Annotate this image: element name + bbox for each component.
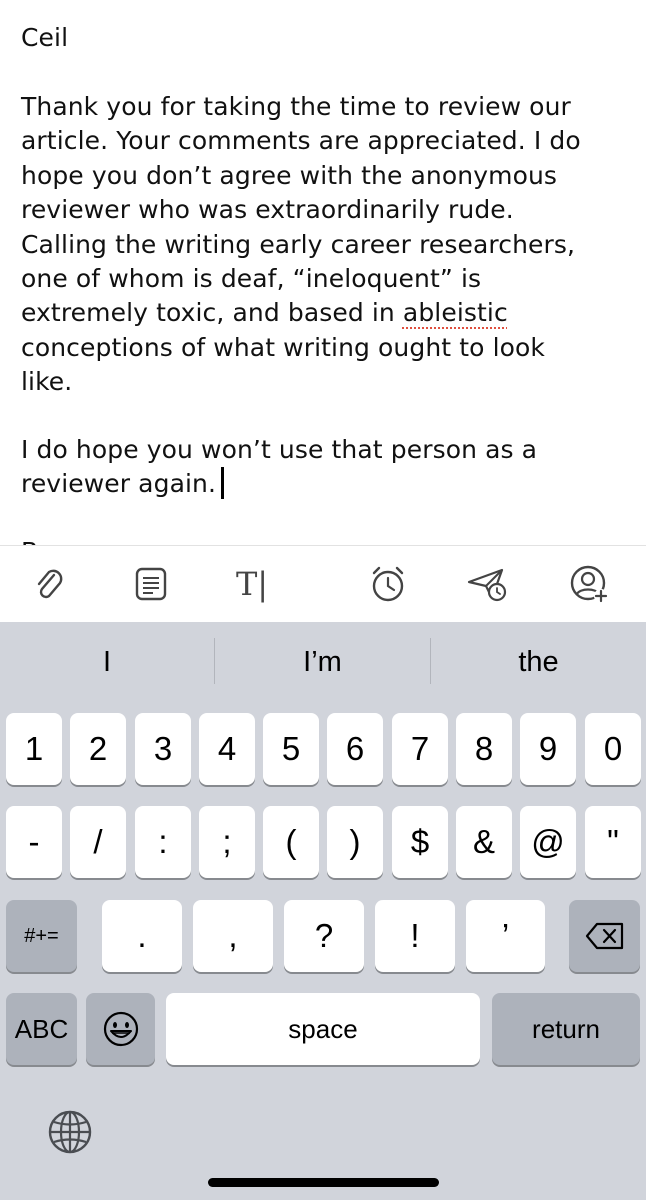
body-line: Thank you for taking the time to review …: [21, 92, 571, 121]
body-line: article. Your comments are appreciated. …: [21, 126, 581, 156]
numeric-keyboard: I I’m the 1 2 3 4 5 6 7 8 9 0 - / : ; ( …: [0, 622, 646, 1200]
key-emoji[interactable]: [86, 993, 155, 1065]
body-line: conceptions of what writing ought to loo…: [21, 332, 545, 362]
body-line: reviewer again.: [21, 467, 631, 501]
paperclip-icon: [37, 569, 63, 599]
text-format-button[interactable]: T|: [230, 564, 274, 604]
key-2[interactable]: 2: [70, 713, 126, 785]
key-6[interactable]: 6: [327, 713, 383, 785]
add-contact-icon: [570, 565, 608, 603]
key-semicolon[interactable]: ;: [199, 806, 255, 878]
key-comma[interactable]: ,: [193, 900, 273, 972]
key-at[interactable]: @: [520, 806, 576, 878]
key-open-paren[interactable]: (: [263, 806, 319, 878]
key-7[interactable]: 7: [392, 713, 448, 785]
key-9[interactable]: 9: [520, 713, 576, 785]
key-abc[interactable]: ABC: [6, 993, 77, 1065]
misspelled-word[interactable]: ableistic: [403, 298, 508, 327]
text-cursor: [221, 467, 224, 500]
key-1[interactable]: 1: [6, 713, 62, 785]
key-space[interactable]: space: [166, 993, 480, 1065]
greeting-line: Ceil: [21, 21, 631, 55]
language-switch-button[interactable]: [46, 1108, 94, 1156]
body-line: Calling the writing early career researc…: [21, 229, 576, 259]
document-icon: [135, 567, 167, 601]
home-indicator[interactable]: [208, 1178, 439, 1187]
key-3[interactable]: 3: [135, 713, 191, 785]
globe-icon: [48, 1110, 92, 1154]
key-5[interactable]: 5: [263, 713, 319, 785]
add-recipient-button[interactable]: [569, 564, 609, 604]
key-ampersand[interactable]: &: [456, 806, 512, 878]
email-compose-screen: Ceil Thank you for taking the time to re…: [0, 0, 646, 1200]
key-exclamation[interactable]: !: [375, 900, 455, 972]
body-line: extremely toxic, and based in ableistic: [21, 296, 631, 330]
key-0[interactable]: 0: [585, 713, 641, 785]
compose-toolbar: T|: [0, 546, 646, 622]
key-colon[interactable]: :: [135, 806, 191, 878]
key-hyphen[interactable]: -: [6, 806, 62, 878]
key-dollar[interactable]: $: [392, 806, 448, 878]
body-text: reviewer again.: [21, 469, 217, 499]
send-later-icon: [467, 568, 507, 602]
suggestion-2[interactable]: I’m: [215, 640, 430, 684]
body-line: reviewer who was extraordinarily rude.: [21, 195, 514, 225]
greeting-text: Ceil: [21, 23, 69, 52]
text-format-icon: T|: [235, 565, 269, 603]
key-4[interactable]: 4: [199, 713, 255, 785]
suggestion-1[interactable]: I: [0, 640, 214, 684]
backspace-icon: [585, 922, 623, 950]
body-line: like.: [21, 367, 73, 397]
key-slash[interactable]: /: [70, 806, 126, 878]
key-8[interactable]: 8: [456, 713, 512, 785]
message-body-editor[interactable]: Ceil Thank you for taking the time to re…: [0, 0, 646, 546]
key-quote[interactable]: ": [585, 806, 641, 878]
attach-button[interactable]: [29, 564, 69, 604]
paragraph-2: I do hope you won’t use that person as a…: [21, 433, 631, 502]
key-return[interactable]: return: [492, 993, 640, 1065]
body-line: hope you don’t agree with the anonymous: [21, 160, 558, 190]
paragraph-1: Thank you for taking the time to review …: [21, 90, 631, 400]
key-apostrophe[interactable]: ’: [466, 900, 545, 972]
key-close-paren[interactable]: ): [327, 806, 383, 878]
suggestion-3[interactable]: the: [431, 640, 646, 684]
body-line: one of whom is deaf, “ineloquent” is: [21, 263, 482, 293]
schedule-send-button[interactable]: [466, 564, 510, 604]
body-text: extremely toxic, and based in: [21, 298, 403, 328]
snooze-button[interactable]: [368, 564, 408, 604]
key-backspace[interactable]: [569, 900, 640, 972]
template-button[interactable]: [131, 564, 171, 604]
body-line: I do hope you won’t use that person as a: [21, 435, 538, 464]
key-period[interactable]: .: [102, 900, 182, 972]
key-more-symbols[interactable]: #+=: [6, 900, 77, 972]
alarm-clock-icon: [372, 566, 404, 602]
key-question[interactable]: ?: [284, 900, 364, 972]
emoji-icon: [103, 1011, 138, 1047]
